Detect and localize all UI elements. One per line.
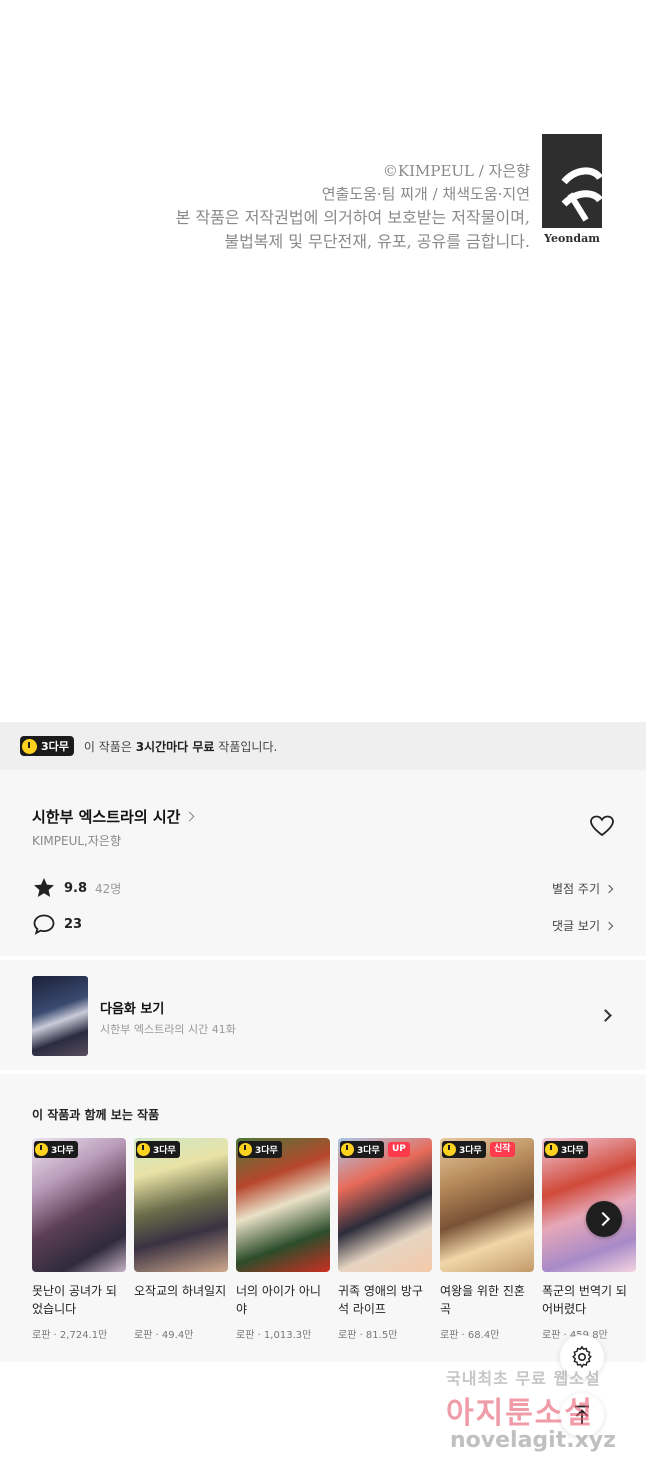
publisher-logo-mark	[542, 134, 603, 228]
recommendation-meta: 로판 · 68.4만	[440, 1330, 500, 1341]
chevron-right-icon	[185, 811, 195, 822]
recommendation-cover: 3다무	[134, 1138, 228, 1272]
watermark-tagline: 국내최초 무료 웹소설	[446, 1369, 601, 1388]
recommendation-title: 귀족 영애의 방구석 라이프	[338, 1284, 423, 1316]
recommendation-cover: 3다무 신작	[440, 1138, 534, 1272]
recommendation-title: 못난이 공녀가 되었습니다	[32, 1284, 117, 1316]
copyright-notice-line-2: 불법복제 및 무단전재, 유포, 공유를 금합니다.	[224, 232, 530, 251]
view-comments-button[interactable]: 댓글 보기	[552, 917, 614, 934]
recommendation-meta: 로판 · 1,013.3만	[236, 1330, 312, 1341]
wait-free-badge-label: 3다무	[459, 1146, 482, 1156]
wait-free-badge-label: 3다무	[153, 1146, 176, 1156]
clock-icon	[545, 1143, 558, 1156]
recommendation-card[interactable]: 3다무 오작교의 하녀일지 로판 · 49.4만	[134, 1138, 228, 1341]
recommendation-meta: 로판 · 81.5만	[338, 1330, 398, 1341]
rating-count: 42명	[95, 881, 122, 896]
rate-button-label: 별점 주기	[552, 882, 600, 896]
wait-free-badge-label: 3다무	[357, 1146, 380, 1156]
recommendations-section: 이 작품과 함께 보는 작품 3다무 못난이 공녀가 되었습니다 로판 · 2,…	[0, 1074, 646, 1362]
wait-free-badge-label: 3다무	[51, 1146, 74, 1156]
recommendation-title: 폭군의 번역기 되어버렸다	[542, 1284, 627, 1316]
wait-free-badge: 3다무	[340, 1141, 384, 1158]
watermark-brand: 아지툰소설	[446, 1396, 594, 1431]
heart-icon[interactable]	[589, 814, 615, 838]
wait-free-badge: 3다무	[136, 1141, 180, 1158]
up-tag: UP	[388, 1142, 410, 1157]
recommendations-heading: 이 작품과 함께 보는 작품	[32, 1108, 160, 1122]
recommendation-cover: 3다무	[236, 1138, 330, 1272]
recommendation-title: 여왕을 위한 진혼곡	[440, 1284, 525, 1316]
work-title: 시한부 엑스트라의 시간	[32, 808, 181, 826]
recommendation-title: 너의 아이가 아니야	[236, 1284, 321, 1316]
clock-icon	[137, 1143, 150, 1156]
clock-icon	[239, 1143, 252, 1156]
clock-icon	[35, 1143, 48, 1156]
credit-text: ©KIMPEUL / 자은향 연출도움·팀 찌개 / 채색도움·지연 본 작품은…	[176, 160, 530, 254]
wait-free-badge: 3다무	[238, 1141, 282, 1158]
work-authors: KIMPEUL,자은향	[32, 834, 121, 848]
recommendation-cover: 3다무	[542, 1138, 636, 1272]
next-episode-subtitle: 시한부 엑스트라의 시간 41화	[100, 1023, 236, 1036]
comment-count: 23	[64, 916, 83, 932]
free-notice-suffix: 작품입니다.	[214, 739, 278, 754]
clock-icon	[22, 738, 37, 754]
recommendation-card[interactable]: 3다무 폭군의 번역기 되어버렸다 로판 · 459.8만	[542, 1138, 636, 1341]
free-notice-text: 이 작품은 3시간마다 무료 작품입니다.	[84, 738, 277, 755]
wait-free-badge-label: 3다무	[561, 1146, 584, 1156]
next-episode-thumbnail	[32, 976, 88, 1056]
chevron-right-icon	[604, 921, 614, 930]
recommendation-cover: 3다무 UP	[338, 1138, 432, 1272]
recommendation-meta: 로판 · 49.4만	[134, 1330, 194, 1341]
free-notice-banner: 3다무 이 작품은 3시간마다 무료 작품입니다.	[0, 722, 646, 770]
clock-icon	[341, 1143, 354, 1156]
carousel-next-button[interactable]	[586, 1201, 622, 1237]
recommendation-card[interactable]: 3다무 UP 귀족 영애의 방구석 라이프 로판 · 81.5만	[338, 1138, 432, 1341]
comments-row: 23	[32, 913, 82, 935]
free-notice-prefix: 이 작품은	[83, 739, 136, 754]
copyright-line: ©KIMPEUL / 자은향	[382, 162, 530, 180]
copyright-notice-line: 본 작품은 저작권법에 의거하여 보호받는 저작물이며,	[175, 208, 530, 227]
wait-free-badge-label: 3다무	[41, 740, 69, 753]
work-title-link[interactable]: 시한부 엑스트라의 시간	[32, 806, 195, 827]
new-tag: 신작	[490, 1142, 515, 1157]
wait-free-badge: 3다무	[20, 736, 74, 756]
chevron-right-icon	[604, 884, 614, 893]
rate-button[interactable]: 별점 주기	[552, 880, 614, 897]
recommendation-card[interactable]: 3다무 너의 아이가 아니야 로판 · 1,013.3만	[236, 1138, 330, 1341]
work-info-card: 시한부 엑스트라의 시간 KIMPEUL,자은향 9.8 42명 별점 주기 2…	[0, 770, 646, 956]
star-icon	[34, 878, 54, 897]
chevron-right-icon	[599, 1009, 612, 1022]
episode-credit-page: ©KIMPEUL / 자은향 연출도움·팀 찌개 / 채색도움·지연 본 작품은…	[0, 0, 646, 722]
recommendation-cover: 3다무	[32, 1138, 126, 1272]
next-episode-card[interactable]: 다음화 보기 시한부 엑스트라의 시간 41화	[0, 960, 646, 1070]
watermark-url: novelagit.xyz	[450, 1428, 616, 1453]
wait-free-badge: 3다무	[544, 1141, 588, 1158]
assist-line: 연출도움·팀 찌개 / 채색도움·지연	[321, 185, 530, 203]
rating-value: 9.8	[64, 880, 88, 896]
free-notice-highlight: 3시간마다 무료	[135, 739, 215, 754]
rating-row: 9.8 42명	[32, 876, 121, 900]
comment-icon	[33, 914, 55, 935]
wait-free-badge-label: 3다무	[255, 1146, 278, 1156]
next-episode-title: 다음화 보기	[100, 1002, 165, 1017]
publisher-logo: Yeondam	[542, 134, 603, 246]
wait-free-badge: 3다무	[34, 1141, 78, 1158]
recommendation-card[interactable]: 3다무 못난이 공녀가 되었습니다 로판 · 2,724.1만	[32, 1138, 126, 1341]
wait-free-badge: 3다무	[442, 1141, 486, 1158]
publisher-name: Yeondam	[544, 232, 600, 245]
viewer-page: ©KIMPEUL / 자은향 연출도움·팀 찌개 / 채색도움·지연 본 작품은…	[0, 0, 646, 1479]
recommendation-meta: 로판 · 2,724.1만	[32, 1330, 108, 1341]
view-comments-label: 댓글 보기	[552, 919, 600, 933]
clock-icon	[443, 1143, 456, 1156]
recommendation-card[interactable]: 3다무 신작 여왕을 위한 진혼곡 로판 · 68.4만	[440, 1138, 534, 1341]
recommendation-title: 오작교의 하녀일지	[134, 1284, 227, 1298]
